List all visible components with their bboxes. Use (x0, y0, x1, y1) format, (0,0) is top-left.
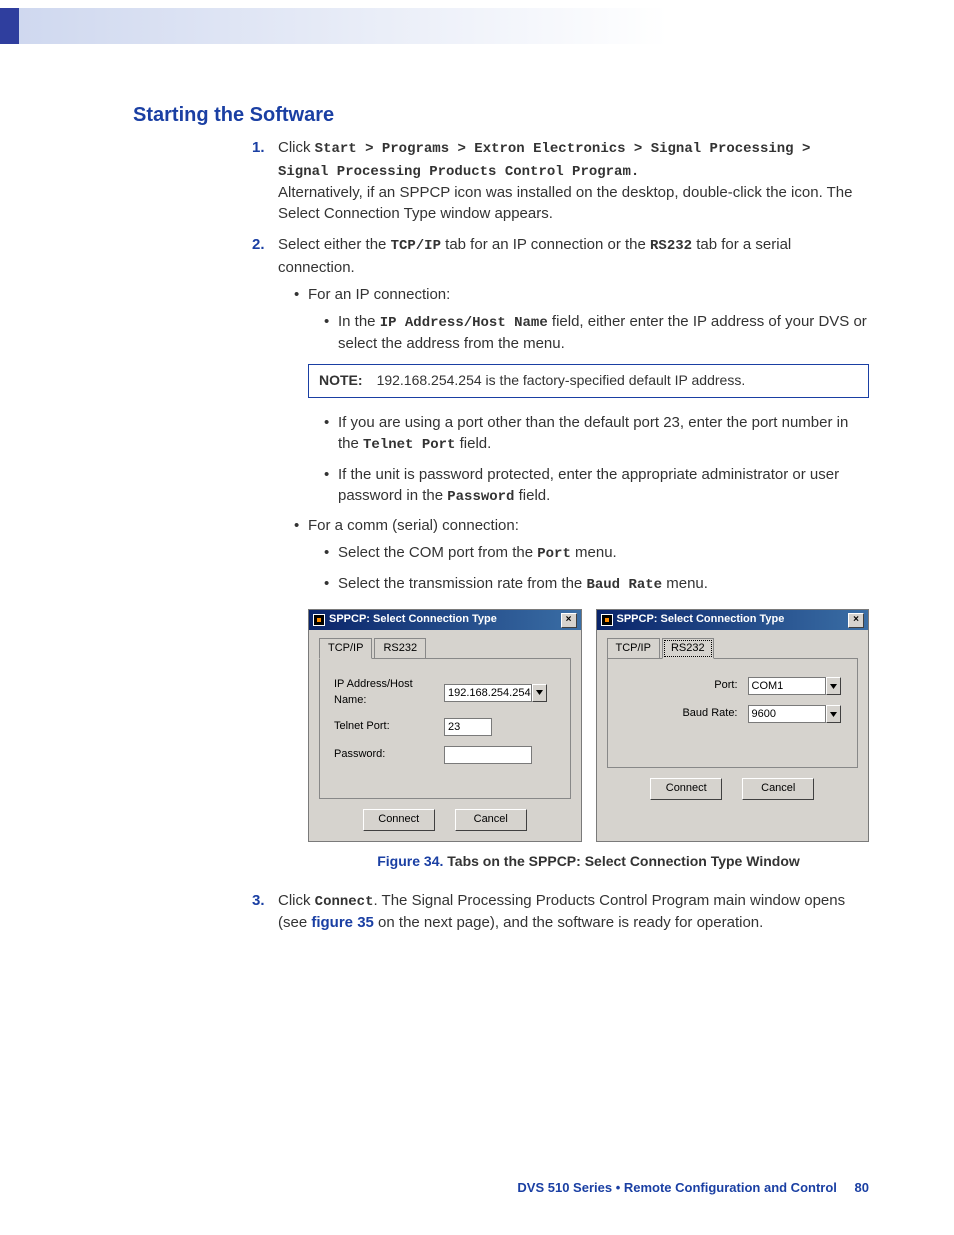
ip-bullet-2: If you are using a port other than the d… (338, 412, 869, 456)
dialog-titlebar: SPPCP: Select Connection Type × (597, 610, 869, 629)
step-1-menu-path: Start > Programs > Extron Electronics > … (278, 141, 810, 180)
figure-caption: Figure 34. Tabs on the SPPCP: Select Con… (308, 852, 869, 872)
note-label: NOTE: (319, 372, 363, 388)
figure-number: Figure 34. (377, 853, 447, 869)
tab-tcpip[interactable]: TCP/IP (319, 638, 372, 659)
telnet-input[interactable]: 23 (444, 718, 492, 736)
step-1-alt: Alternatively, if an SPPCP icon was inst… (278, 184, 852, 222)
label-port: Port: (678, 678, 738, 693)
step-1-number: 1. (252, 137, 265, 158)
label-telnet: Telnet Port: (334, 719, 444, 734)
baud-select[interactable]: 9600 (748, 705, 826, 723)
header-gradient (0, 0, 954, 44)
step-1-lead: Click (278, 139, 315, 156)
step-3-number: 3. (252, 890, 265, 911)
chevron-down-icon[interactable] (532, 684, 547, 702)
note-text: 192.168.254.254 is the factory-specified… (377, 372, 746, 388)
connect-button[interactable]: Connect (363, 809, 435, 831)
section-heading: Starting the Software (133, 104, 869, 127)
footer-title: DVS 510 Series • Remote Configuration an… (517, 1180, 837, 1195)
comm-connection-lead: For a comm (serial) connection: (308, 515, 869, 536)
ip-connection-lead: For an IP connection: (308, 284, 869, 305)
step-3: 3. Click Connect. The Signal Processing … (278, 890, 869, 934)
dialog-rs232: SPPCP: Select Connection Type × TCP/IP R… (596, 609, 870, 842)
note-box: NOTE: 192.168.254.254 is the factory-spec… (308, 364, 869, 398)
chevron-down-icon[interactable] (826, 677, 841, 695)
dialog-title: SPPCP: Select Connection Type (617, 612, 785, 627)
comm-bullet-1: Select the COM port from the Port menu. (338, 542, 869, 565)
label-password: Password: (334, 747, 444, 762)
app-icon (601, 614, 613, 626)
figure-34-dialogs: SPPCP: Select Connection Type × TCP/IP R… (308, 609, 869, 842)
chevron-down-icon[interactable] (826, 705, 841, 723)
port-select[interactable]: COM1 (748, 677, 826, 695)
tab-rs232[interactable]: RS232 (374, 638, 426, 659)
cancel-button[interactable]: Cancel (455, 809, 527, 831)
close-icon[interactable]: × (561, 613, 577, 628)
label-baud: Baud Rate: (678, 706, 738, 721)
tab-rs232[interactable]: RS232 (662, 638, 714, 659)
dialog-tcpip: SPPCP: Select Connection Type × TCP/IP R… (308, 609, 582, 842)
dialog-title: SPPCP: Select Connection Type (329, 612, 497, 627)
tab-tcpip[interactable]: TCP/IP (607, 638, 660, 659)
password-input[interactable] (444, 746, 532, 764)
connect-button[interactable]: Connect (650, 778, 722, 800)
step-1: 1. Click Start > Programs > Extron Elect… (278, 137, 869, 224)
figure-text: Tabs on the SPPCP: Select Connection Typ… (447, 853, 800, 869)
page-number: 80 (855, 1180, 869, 1195)
ip-input[interactable]: 192.168.254.254 (444, 684, 532, 702)
app-icon (313, 614, 325, 626)
label-ip: IP Address/Host Name: (334, 677, 444, 708)
cancel-button[interactable]: Cancel (742, 778, 814, 800)
ip-bullet-3: If the unit is password protected, enter… (338, 464, 869, 508)
page-footer: DVS 510 Series • Remote Configuration an… (517, 1180, 869, 1195)
close-icon[interactable]: × (848, 613, 864, 628)
figure-35-link[interactable]: figure 35 (311, 914, 374, 931)
step-2-number: 2. (252, 234, 265, 255)
comm-bullet-2: Select the transmission rate from the Ba… (338, 573, 869, 596)
dialog-titlebar: SPPCP: Select Connection Type × (309, 610, 581, 629)
ip-bullet-1: In the IP Address/Host Name field, eithe… (338, 311, 869, 355)
step-2: 2. Select either the TCP/IP tab for an I… (278, 234, 869, 871)
